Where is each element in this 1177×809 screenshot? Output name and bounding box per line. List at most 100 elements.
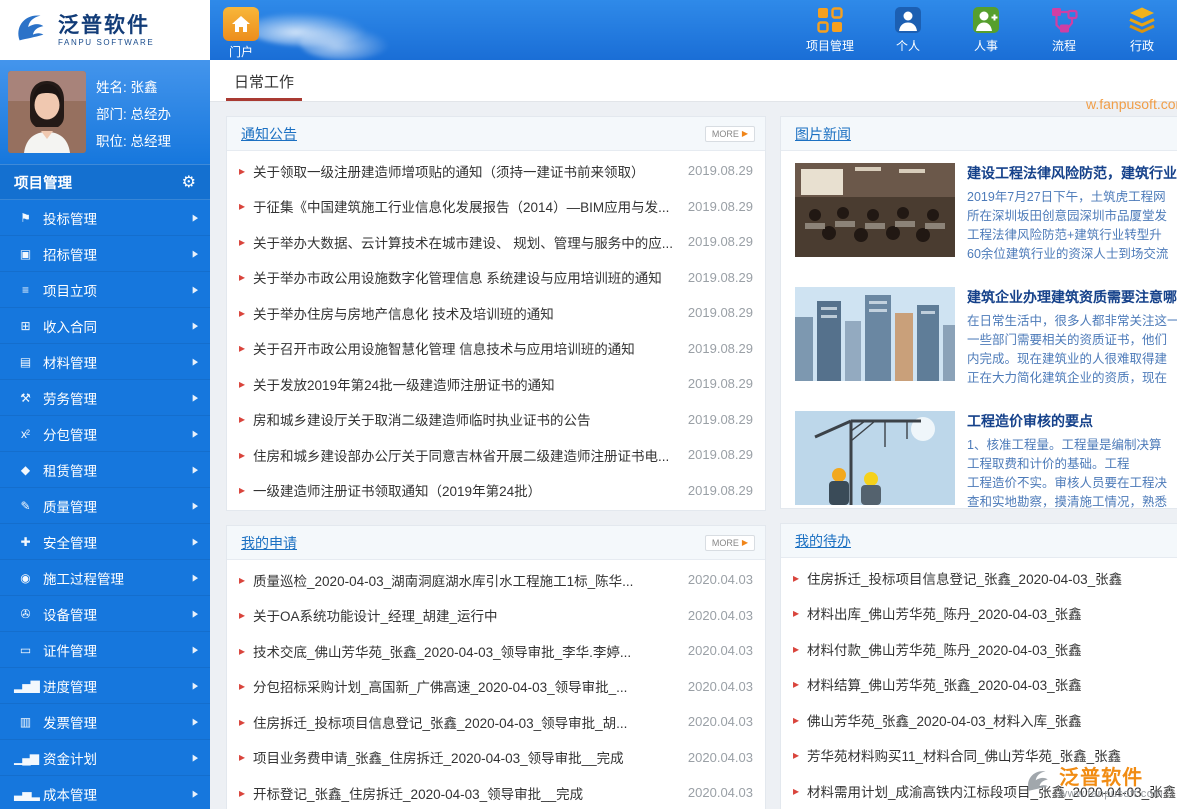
news-item[interactable]: 工程造价审核的要点 1、核准工程量。工程量是编制决算 工程取费和计价的基础。工程…	[781, 399, 1177, 509]
sidebar-section-project-management[interactable]: 项目管理 ⚙	[0, 164, 210, 200]
sidebar-menu-item[interactable]: ⚑ 投标管理 ▶	[0, 200, 210, 236]
application-list-item[interactable]: ▸ 项目业务费申请_张鑫_住房拆迁_2020-04-03_领导审批__完成 20…	[239, 740, 753, 776]
todo-list-item[interactable]: ▸ 材料出库_佛山芳华苑_陈丹_2020-04-03_张鑫	[793, 596, 1177, 632]
my-applications-title[interactable]: 我的申请	[241, 533, 297, 553]
news-image-crane-workers	[795, 411, 955, 505]
application-item-text: 分包招标采购计划_高国新_广佛高速_2020-04-03_领导审批_...	[253, 676, 676, 696]
top-header: 泛普软件 FANPU SOFTWARE 门户	[0, 0, 1177, 60]
news-body: 建设工程法律风险防范，建筑行业转型 2019年7月27日下午，土筑虎工程网 所在…	[967, 163, 1177, 264]
news-line: 查和实地勘察，摸清施工情况，熟悉	[967, 493, 1177, 509]
news-line: 在日常生活中，很多人都非常关注这一	[967, 312, 1177, 331]
menu-item-icon: ⚑	[14, 211, 36, 225]
todo-list-item[interactable]: ▸ 材料付款_佛山芳华苑_陈丹_2020-04-03_张鑫	[793, 631, 1177, 667]
sidebar-menu-item[interactable]: ▂▅▇ 进度管理 ▶	[0, 668, 210, 704]
menu-item-icon: ≡	[14, 283, 36, 297]
notice-list-item[interactable]: ▸ 关于领取一级注册建造师增项贴的通知（须持一建证书前来领取） 2019.08.…	[239, 153, 753, 189]
sidebar-menu-item[interactable]: ✎ 质量管理 ▶	[0, 488, 210, 524]
notice-list-item[interactable]: ▸ 关于举办住房与房地产信息化 技术及培训班的通知 2019.08.29	[239, 295, 753, 331]
brand-logo[interactable]: 泛普软件 FANPU SOFTWARE	[0, 0, 210, 60]
application-list-item[interactable]: ▸ 关于OA系统功能设计_经理_胡建_运行中 2020.04.03	[239, 598, 753, 634]
todo-list-item[interactable]: ▸ 芳华苑材料购买11_材料合同_佛山芳华苑_张鑫_张鑫	[793, 738, 1177, 774]
nav-item-hr[interactable]: 人事	[957, 5, 1015, 55]
menu-item-label: 项目立项	[43, 280, 97, 300]
menu-item-icon: ▁▄▆	[14, 751, 36, 765]
grid-icon	[801, 5, 859, 37]
sidebar-menu-item[interactable]: ◆ 租赁管理 ▶	[0, 452, 210, 488]
bullet-arrow-icon: ▸	[239, 341, 245, 355]
bullet-arrow-icon: ▸	[239, 377, 245, 391]
news-title[interactable]: 工程造价审核的要点	[967, 411, 1177, 431]
news-item[interactable]: 建筑企业办理建筑资质需要注意哪些 在日常生活中，很多人都非常关注这一 一些部门需…	[781, 275, 1177, 399]
sidebar-menu-item[interactable]: ⊞ 收入合同 ▶	[0, 308, 210, 344]
bullet-arrow-icon: ▸	[239, 750, 245, 764]
my-applications-more-button[interactable]: MORE ▶	[705, 535, 755, 551]
nav-item-admin[interactable]: 行政	[1113, 5, 1171, 55]
notice-list-item[interactable]: ▸ 于征集《中国建筑施工行业信息化发展报告（2014）—BIM应用与发... 2…	[239, 189, 753, 225]
bullet-arrow-icon: ▸	[793, 606, 799, 620]
sidebar-menu-item[interactable]: ▥ 发票管理 ▶	[0, 704, 210, 740]
chevron-right-icon: ▶	[193, 608, 198, 618]
sidebar-menu-item[interactable]: ⚒ 劳务管理 ▶	[0, 380, 210, 416]
nav-item-label: 人事	[974, 39, 998, 53]
bullet-arrow-icon: ▸	[793, 713, 799, 727]
nav-item-project-management[interactable]: 项目管理	[801, 5, 859, 55]
notice-more-button[interactable]: MORE ▶	[705, 126, 755, 142]
application-list-item[interactable]: ▸ 质量巡检_2020-04-03_湖南洞庭湖水库引水工程施工1标_陈华... …	[239, 562, 753, 598]
layers-icon	[1113, 5, 1171, 37]
notice-panel-title[interactable]: 通知公告	[241, 124, 297, 144]
todo-list-item[interactable]: ▸ 材料结算_佛山芳华苑_张鑫_2020-04-03_张鑫	[793, 667, 1177, 703]
sidebar-menu-item[interactable]: ◉ 施工过程管理 ▶	[0, 560, 210, 596]
todo-list-item[interactable]: ▸ 住房拆迁_投标项目信息登记_张鑫_2020-04-03_张鑫	[793, 560, 1177, 596]
news-item[interactable]: 建设工程法律风险防范，建筑行业转型 2019年7月27日下午，土筑虎工程网 所在…	[781, 151, 1177, 275]
news-title[interactable]: 建筑企业办理建筑资质需要注意哪些	[967, 287, 1177, 307]
chevron-right-icon: ▶	[193, 644, 198, 654]
notice-list-item[interactable]: ▸ 关于举办大数据、云计算技术在城市建设、 规划、管理与服务中的应... 201…	[239, 224, 753, 260]
news-line: 工程法律风险防范+建筑行业转型升	[967, 226, 1177, 245]
todo-item-text: 材料出库_佛山芳华苑_陈丹_2020-04-03_张鑫	[807, 603, 1177, 623]
notice-list-item[interactable]: ▸ 关于举办市政公用设施数字化管理信息 系统建设与应用培训班的通知 2019.0…	[239, 260, 753, 296]
notice-item-date: 2019.08.29	[688, 199, 753, 214]
nav-item-portal[interactable]: 门户	[218, 7, 264, 60]
application-list-item[interactable]: ▸ 开标登记_张鑫_住房拆迁_2020-04-03_领导审批__完成 2020.…	[239, 775, 753, 809]
notice-item-text: 房和城乡建设厅关于取消二级建造师临时执业证书的公告	[253, 409, 676, 429]
dashboard-content: 通知公告 MORE ▶ ▸ 关于领取一级注册建造师增项贴的通知（须持一建证书前来…	[210, 102, 1177, 809]
sidebar-menu-item[interactable]: ▤ 材料管理 ▶	[0, 344, 210, 380]
sidebar-menu-item[interactable]: ≡ 项目立项 ▶	[0, 272, 210, 308]
tab-daily-work[interactable]: 日常工作	[226, 60, 302, 101]
news-image-city-buildings	[795, 287, 955, 381]
gear-icon[interactable]: ⚙	[182, 172, 196, 192]
chevron-right-icon: ▶	[193, 248, 198, 258]
sidebar-menu-item[interactable]: ▃▅▂ 成本管理 ▶	[0, 776, 210, 809]
sidebar-menu-item[interactable]: ▣ 招标管理 ▶	[0, 236, 210, 272]
my-todos-title[interactable]: 我的待办	[795, 531, 851, 551]
application-list-item[interactable]: ▸ 住房拆迁_投标项目信息登记_张鑫_2020-04-03_领导审批_胡... …	[239, 704, 753, 740]
chevron-right-icon: ▶	[193, 536, 198, 546]
notice-list-item[interactable]: ▸ 关于召开市政公用设施智慧化管理 信息技术与应用培训班的通知 2019.08.…	[239, 331, 753, 367]
application-item-date: 2020.04.03	[688, 750, 753, 765]
todo-list-item[interactable]: ▸ 材料需用计划_成渝高铁内江标段项目_张鑫_2020-04-03_张鑫	[793, 773, 1177, 809]
notice-list-item[interactable]: ▸ 房和城乡建设厅关于取消二级建造师临时执业证书的公告 2019.08.29	[239, 402, 753, 438]
user-profile: 姓名: 张鑫 部门: 总经办 职位: 总经理	[0, 60, 210, 164]
notice-list-item[interactable]: ▸ 关于发放2019年第24批一级建造师注册证书的通知 2019.08.29	[239, 366, 753, 402]
news-line: 1、核准工程量。工程量是编制决算	[967, 436, 1177, 455]
application-list-item[interactable]: ▸ 分包招标采购计划_高国新_广佛高速_2020-04-03_领导审批_... …	[239, 669, 753, 705]
todo-list-item[interactable]: ▸ 佛山芳华苑_张鑫_2020-04-03_材料入库_张鑫	[793, 702, 1177, 738]
sidebar-menu-item[interactable]: x² 分包管理 ▶	[0, 416, 210, 452]
notice-list-item[interactable]: ▸ 住房和城乡建设部办公厅关于同意吉林省开展二级建造师注册证书电... 2019…	[239, 437, 753, 473]
sidebar-menu-item[interactable]: ▭ 证件管理 ▶	[0, 632, 210, 668]
sidebar-menu-item[interactable]: ✇ 设备管理 ▶	[0, 596, 210, 632]
bullet-arrow-icon: ▸	[239, 715, 245, 729]
notice-list-item[interactable]: ▸ 一级建造师注册证书领取通知（2019年第24批） 2019.08.29	[239, 473, 753, 509]
news-title[interactable]: 建设工程法律风险防范，建筑行业转型	[967, 163, 1177, 183]
notice-item-date: 2019.08.29	[688, 163, 753, 178]
chevron-right-icon: ▶	[193, 752, 198, 762]
chevron-right-icon: ▶	[193, 212, 198, 222]
picture-news-title[interactable]: 图片新闻	[795, 124, 851, 144]
application-list-item[interactable]: ▸ 技术交底_佛山芳华苑_张鑫_2020-04-03_领导审批_李华.李婷...…	[239, 633, 753, 669]
sidebar-menu-item[interactable]: ▁▄▆ 资金计划 ▶	[0, 740, 210, 776]
nav-item-workflow[interactable]: 流程	[1035, 5, 1093, 55]
sidebar-menu-item[interactable]: ✚ 安全管理 ▶	[0, 524, 210, 560]
menu-item-icon: ▂▅▇	[14, 679, 36, 693]
menu-item-label: 发票管理	[43, 712, 97, 732]
nav-item-personal[interactable]: 个人	[879, 5, 937, 55]
